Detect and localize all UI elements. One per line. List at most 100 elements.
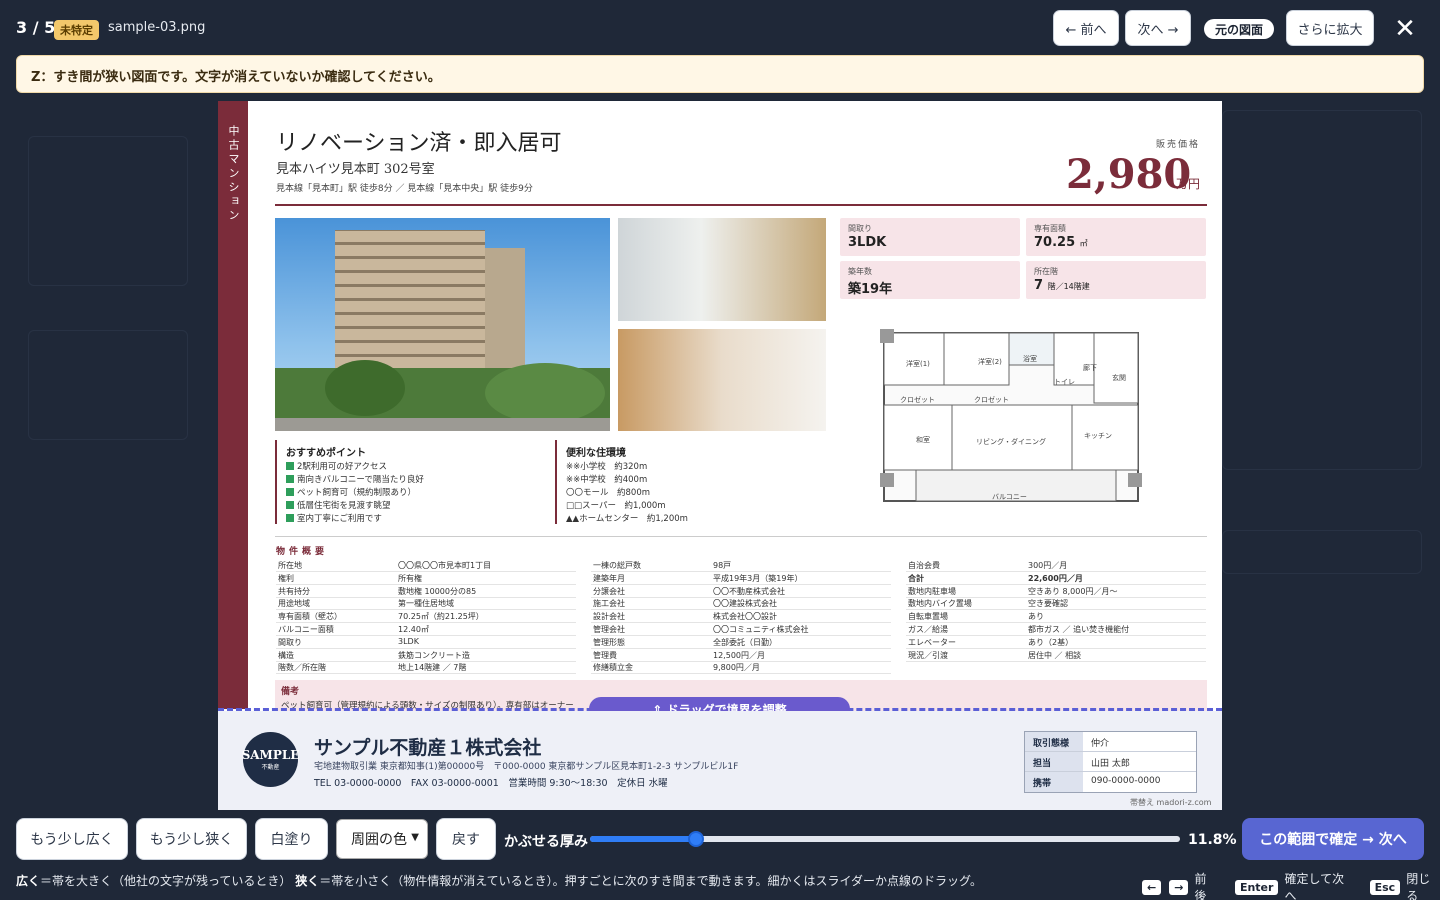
narrower-button[interactable]: もう少し狭く (136, 818, 247, 860)
spec-value: 70.25㎡（約21.25坪） (398, 612, 484, 622)
spec-key: 共有持分 (278, 586, 310, 596)
spec-key: 権利 (278, 573, 294, 583)
point-item: 低層住宅街を見渡す眺望 (286, 499, 391, 511)
spec-value: 平成19年3月（築19年） (713, 573, 803, 583)
spec-value: 〇〇コミュニティ株式会社 (713, 625, 809, 634)
thickness-slider[interactable] (590, 831, 1180, 847)
info-age: 築年数 築19年 (840, 261, 1020, 299)
spec-key: 修繕積立金 (593, 663, 633, 673)
spec-row: 建築年月 平成19年3月（築19年） (591, 572, 891, 585)
spec-row: 自治会費 300円／月 (906, 559, 1206, 572)
info-layout-key: 間取り (848, 224, 872, 233)
env-item: 〇〇モール 約800m (566, 488, 651, 498)
info-floor-value: 7 階／14階建 (1034, 278, 1090, 293)
spec-key: 階数／所在階 (278, 663, 326, 673)
fill-color-select[interactable]: 周囲の色 ▼ (336, 819, 428, 859)
spec-value: 空きあり 8,000円／月〜 (1028, 586, 1118, 596)
info-area-value: 70.25 ㎡ (1034, 235, 1088, 250)
confirm-next-button[interactable]: この範囲で確定 → 次へ (1242, 818, 1424, 860)
spec-key: 設計会社 (593, 612, 625, 622)
file-name: sample-03.png (108, 20, 206, 35)
env-item: □□スーパー 約1,000m (566, 501, 666, 511)
company-table: 取引態様 仲介 担当 山田 太郎 携帯 090-0000-0000 (1024, 731, 1197, 793)
plan-kitchen: キッチン (1084, 432, 1112, 440)
plan-washitsu: 和室 (916, 436, 930, 444)
point-item: ペット飼育可（規約制限あり） (286, 486, 416, 498)
env-title: 便利な住環境 (566, 448, 626, 459)
info-area-key: 専有面積 (1034, 224, 1066, 233)
plan-bed1: 洋室(1) (906, 360, 930, 368)
slider-thumb[interactable] (688, 831, 705, 847)
spec-row: 一棟の総戸数 98戸 (591, 559, 891, 572)
spec-row: 所在地 〇〇県〇〇市見本町1丁目 (276, 559, 576, 572)
price-label: 販売価格 (1156, 140, 1201, 150)
prev-button[interactable]: ← 前へ (1053, 10, 1119, 46)
enter-hint: 確定して次へ (1284, 872, 1345, 900)
floor-plan: 洋室(1) 洋室(2) 浴室 トイレ 廊下 玄関 クロゼット クロゼット 和室 … (876, 313, 1168, 521)
points-bar (275, 440, 277, 524)
original-drawing-toggle[interactable]: 元の図面 (1204, 19, 1274, 39)
spec-key: 管理形態 (593, 637, 625, 647)
reset-button[interactable]: 戻す (436, 818, 496, 860)
spec-row: 敷地内バイク置場 空き要確認 (906, 597, 1206, 611)
spec-value: 3LDK (398, 636, 419, 646)
info-area: 専有面積 70.25 ㎡ (1026, 218, 1206, 256)
spec-row: 構造 鉄筋コンクリート造 (276, 649, 576, 662)
flyer-preview: 中古マンション リノベーション済・即入居可 見本ハイツ見本町 302号室 見本線… (218, 101, 1222, 810)
company-logo: SAMPLE 不動産 (242, 732, 299, 787)
spec-row: 分譲会社 〇〇不動産株式会社 (591, 585, 891, 598)
spec-row: バルコニー面積 12.40㎡ (276, 623, 576, 636)
flyer-title: リノベーション済・即入居可 (276, 131, 562, 156)
spec-key: ガス／給湯 (908, 625, 948, 634)
spec-value: 〇〇不動産株式会社 (713, 586, 785, 596)
spec-title: 物件概要 (276, 547, 329, 557)
enter-key: Enter (1234, 879, 1279, 895)
info-floor-key: 所在階 (1034, 267, 1058, 276)
whiteout-button[interactable]: 白塗り (255, 818, 328, 860)
spec-value: 所有権 (398, 573, 422, 583)
spec-key: 自転車置場 (908, 612, 948, 622)
spec-value: 12.40㎡ (398, 625, 429, 634)
spec-row: 管理会社 〇〇コミュニティ株式会社 (591, 623, 891, 636)
flyer-sidebar: 中古マンション (218, 101, 248, 709)
spec-row: 階数／所在階 地上14階建 ／ 7階 (276, 661, 576, 675)
next-button[interactable]: 次へ → (1125, 10, 1191, 46)
close-icon[interactable]: ✕ (1392, 16, 1418, 42)
plan-closet2: クロゼット (974, 396, 1009, 404)
spec-row: 用途地域 第一種住居地域 (276, 597, 576, 611)
bg-button (1222, 530, 1422, 574)
spec-key: エレベーター (908, 637, 956, 647)
plan-entrance: 玄関 (1112, 374, 1126, 382)
env-item: ▲▲ホームセンター 約1,200m (566, 514, 688, 524)
spec-key: 分譲会社 (593, 586, 625, 596)
spec-value: 第一種住居地域 (398, 599, 454, 609)
spec-key: 建築年月 (593, 573, 625, 583)
help-narrow-text: ＝帯を小さく（物件情報が消えているとき）。押すごとに次のすき間まで動きます。細か… (319, 874, 983, 888)
points-title: おすすめポイント (286, 448, 366, 459)
spec-row: 施工会社 〇〇建設株式会社 (591, 597, 891, 611)
info-layout-value: 3LDK (848, 235, 887, 250)
wider-button[interactable]: もう少し広く (16, 818, 128, 860)
bg-add-drawing (28, 330, 188, 440)
spec-value: あり（2基） (1028, 637, 1074, 647)
kitchen-photo (618, 329, 826, 431)
page-counter: 3 / 5 (16, 18, 56, 37)
zoom-in-button[interactable]: さらに拡大 (1286, 10, 1374, 46)
company-band: SAMPLE 不動産 サンプル不動産１株式会社 宅地建物取引業 東京都知事(1)… (218, 711, 1222, 810)
spec-row: 権利 所有権 (276, 572, 576, 585)
spec-row: 自転車置場 あり (906, 610, 1206, 624)
price-unit: 万円 (1176, 177, 1201, 191)
spec-value: 300円／月 (1028, 561, 1068, 570)
spec-key: 構造 (278, 650, 294, 660)
help-narrow-key: 狭く (295, 874, 320, 888)
company-table-row: 担当 山田 太郎 (1025, 752, 1196, 772)
spec-value: 22,600円／月 (1028, 573, 1083, 583)
chevron-down-icon: ▼ (411, 832, 419, 843)
spec-row: 合計 22,600円／月 (906, 572, 1206, 585)
spec-key: 敷地内駐車場 (908, 586, 956, 596)
point-item: 室内丁寧にご利用です (286, 512, 382, 524)
spec-key: 管理費 (593, 650, 617, 660)
spec-row: 間取り 3LDK (276, 636, 576, 649)
balcony-photo (618, 218, 826, 321)
bg-thumbnail (28, 136, 188, 286)
